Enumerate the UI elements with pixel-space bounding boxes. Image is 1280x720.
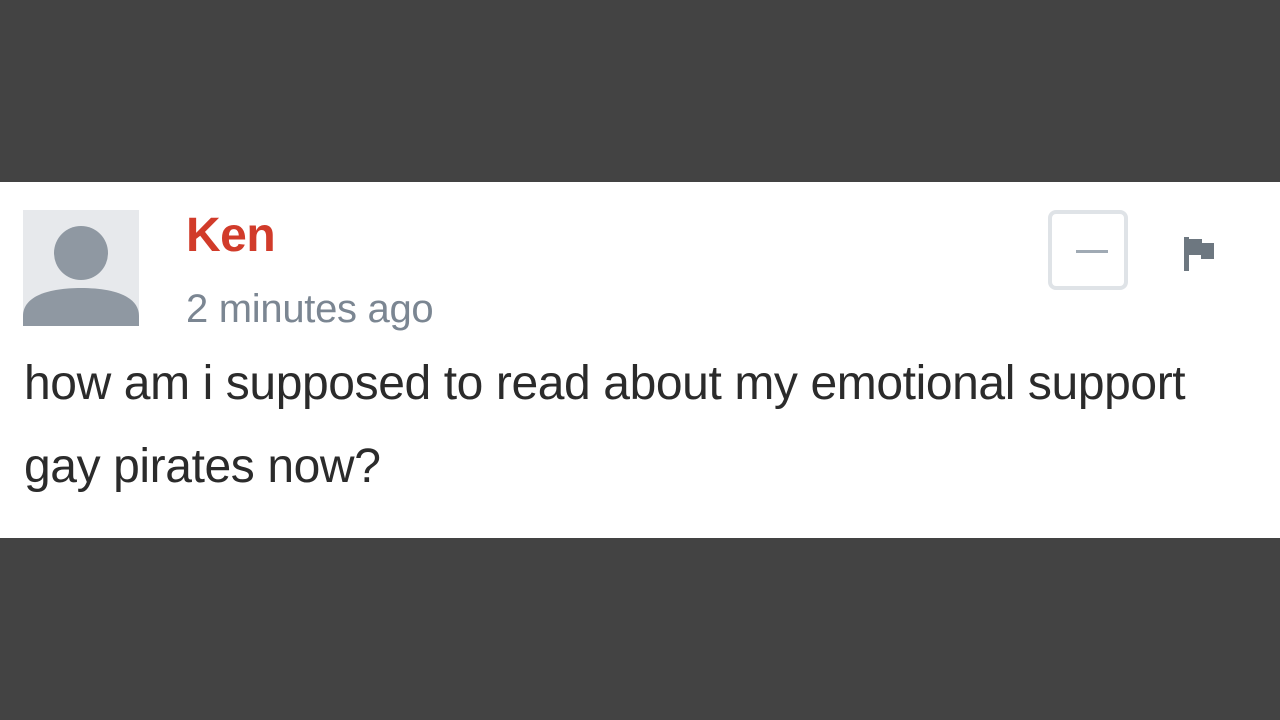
user-silhouette-icon [23, 226, 139, 326]
author-name[interactable]: Ken [186, 210, 276, 262]
minus-icon [1076, 250, 1108, 253]
flag-icon [1184, 237, 1214, 271]
comment-timestamp[interactable]: 2 minutes ago [186, 287, 434, 331]
collapse-button[interactable] [1048, 210, 1128, 290]
avatar[interactable] [23, 210, 139, 326]
comment-body: how am i supposed to read about my emoti… [24, 357, 1186, 493]
comment-card: Ken 2 minutes ago how am i supposed to r… [0, 182, 1280, 538]
flag-button[interactable] [1180, 234, 1220, 274]
